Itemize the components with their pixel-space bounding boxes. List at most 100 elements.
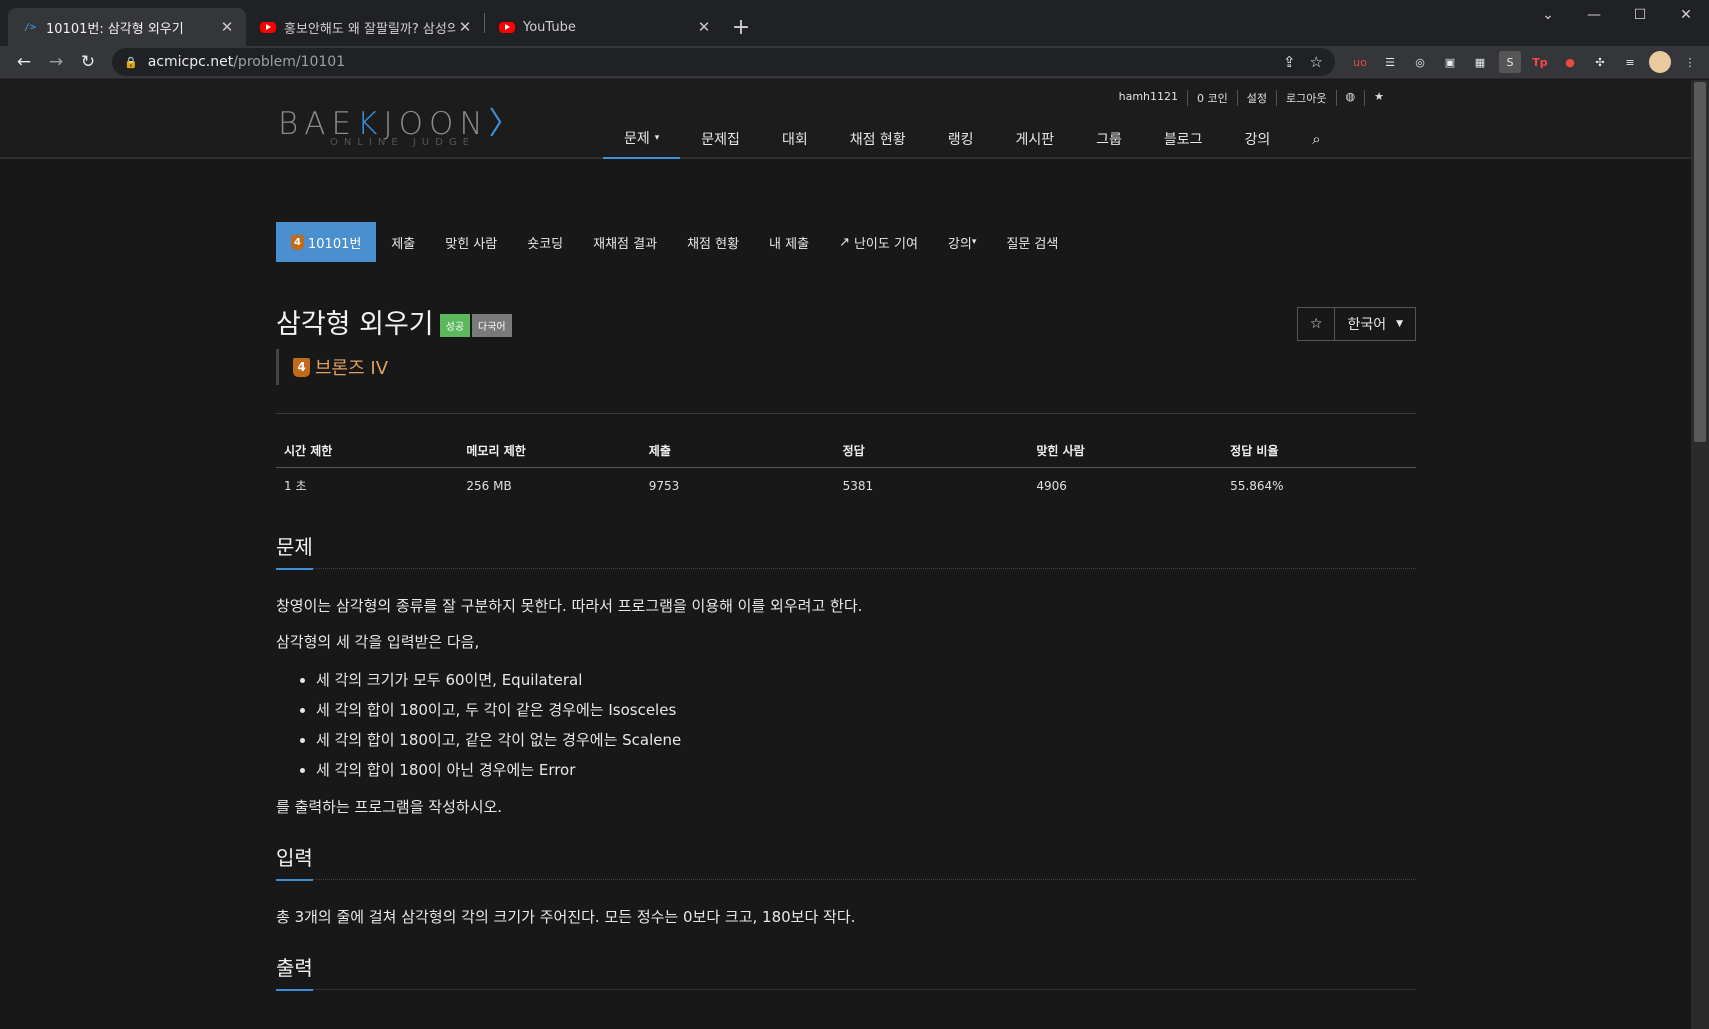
scrollbar-thumb[interactable] — [1694, 82, 1706, 442]
maximize-button[interactable]: ☐ — [1617, 0, 1663, 30]
nav-problem[interactable]: 문제 ▾ — [603, 118, 681, 159]
extension-icon[interactable]: ◎ — [1409, 51, 1431, 73]
tier-badge-icon: 4 — [293, 357, 310, 377]
tier-text: 브론즈 IV — [315, 358, 389, 379]
youtube-icon — [260, 21, 276, 33]
list-item: 세 각의 크기가 모두 60이면, Equilateral — [316, 665, 1416, 695]
lock-icon[interactable]: 🔒 — [124, 56, 138, 69]
globe-icon[interactable]: ◍ — [1335, 90, 1365, 106]
share-icon[interactable]: ⇪ — [1283, 53, 1296, 71]
browser-tab[interactable]: 홍보안해도 왜 잘팔릴까? 삼성의 ✕ — [246, 8, 484, 46]
bookmark-star-icon[interactable]: ☆ — [1310, 53, 1323, 71]
multilang-badge: 다국어 — [472, 314, 512, 337]
accepted-value: 5381 — [842, 478, 874, 493]
address-bar[interactable]: 🔒 acmicpc.net/problem/10101 ⇪ ☆ — [112, 48, 1335, 76]
browser-tab-strip: /> 10101번: 삼각형 외우기 ✕ 홍보안해도 왜 잘팔릴까? 삼성의 ✕… — [0, 0, 1709, 46]
nav-workbook[interactable]: 문제집 — [680, 118, 761, 159]
extension-icon[interactable]: ☰ — [1379, 51, 1401, 73]
tab-search-icon[interactable]: ⌄ — [1525, 0, 1571, 30]
menu-icon[interactable]: ⋮ — [1679, 51, 1701, 73]
problem-section: 문제 창영이는 삼각형의 종류를 잘 구분하지 못한다. 따라서 프로그램을 이… — [276, 531, 1416, 818]
status-badge: 성공 — [439, 314, 471, 337]
tab-question-search[interactable]: 질문 검색 — [991, 222, 1073, 262]
problem-description: 삼각형의 세 각을 입력받은 다음, — [276, 633, 480, 651]
reading-list-icon[interactable]: ≡ — [1619, 51, 1641, 73]
tab-problem-number[interactable]: 4 10101번 — [276, 222, 377, 262]
language-select[interactable]: 한국어 ▼ — [1335, 308, 1415, 340]
problem-container: 4 10101번 제출 맞힌 사람 숏코딩 재채점 결과 채점 현황 내 제출 ↗… — [276, 222, 1416, 991]
nav-board[interactable]: 게시판 — [994, 118, 1075, 159]
search-icon[interactable]: ⌕ — [1291, 118, 1341, 159]
tab-title: YouTube — [523, 19, 576, 35]
extensions-area: uo ☰ ◎ ▣ ▦ S Tp ● ✣ ≡ ⋮ — [1349, 51, 1701, 73]
reload-button[interactable]: ↻ — [72, 48, 104, 76]
close-icon[interactable]: ✕ — [695, 18, 713, 36]
table-header-row: 시간 제한 메모리 제한 제출 정답 맞힌 사람 정답 비율 — [276, 434, 1416, 468]
tab-my-submissions[interactable]: 내 제출 — [754, 222, 824, 262]
close-window-button[interactable]: ✕ — [1663, 0, 1709, 30]
list-item: 세 각의 합이 180이고, 두 각이 같은 경우에는 Isosceles — [316, 695, 1416, 725]
youtube-icon — [499, 21, 515, 33]
extension-icon[interactable]: ▣ — [1439, 51, 1461, 73]
extension-icon[interactable]: Tp — [1529, 51, 1551, 73]
tab-title: 10101번: 삼각형 외우기 — [46, 21, 184, 37]
new-tab-button[interactable]: + — [723, 8, 759, 46]
nav-ranking[interactable]: 랭킹 — [927, 118, 995, 159]
tab-difficulty[interactable]: ↗ 난이도 기여 — [824, 222, 933, 262]
caret-down-icon: ▼ — [1396, 319, 1403, 329]
time-limit-value: 1 초 — [284, 479, 307, 493]
avatar[interactable] — [1649, 51, 1671, 73]
nav-blog[interactable]: 블로그 — [1143, 118, 1224, 159]
tab-lecture[interactable]: 강의 ▾ — [933, 222, 991, 262]
coin-link[interactable]: 0 코인 — [1187, 90, 1237, 106]
favorite-star-button[interactable]: ☆ — [1298, 308, 1336, 340]
divider — [276, 413, 1416, 414]
nav-group[interactable]: 그룹 — [1075, 118, 1143, 159]
settings-link[interactable]: 설정 — [1236, 90, 1276, 106]
puzzle-icon[interactable]: ✣ — [1589, 51, 1611, 73]
extension-icon[interactable]: ▦ — [1469, 51, 1491, 73]
browser-toolbar: ← → ↻ 🔒 acmicpc.net/problem/10101 ⇪ ☆ uo… — [0, 46, 1709, 79]
star-icon[interactable]: ★ — [1364, 90, 1393, 106]
header-memory-limit: 메모리 제한 — [458, 434, 641, 468]
url-host: acmicpc.net — [147, 54, 234, 70]
tab-status[interactable]: 채점 현황 — [672, 222, 754, 262]
title-actions: ☆ 한국어 ▼ — [1296, 307, 1416, 341]
page-content: BAEKJOON〉 ONLINE JUDGE hamh1121 0 코인 설정 … — [0, 80, 1691, 1029]
close-icon[interactable]: ✕ — [218, 18, 236, 36]
tab-short-coding[interactable]: 숏코딩 — [512, 222, 578, 262]
memory-limit-value: 256 MB — [466, 478, 512, 493]
chevron-down-icon: ▾ — [654, 132, 660, 143]
header-accepted: 정답 — [834, 434, 1029, 468]
browser-tab-active[interactable]: /> 10101번: 삼각형 외우기 ✕ — [8, 8, 246, 46]
nav-contest[interactable]: 대회 — [761, 118, 829, 159]
header-solvers: 맞힌 사람 — [1028, 434, 1223, 468]
back-button[interactable]: ← — [8, 48, 40, 76]
site-logo[interactable]: BAEKJOON〉 ONLINE JUDGE — [278, 98, 526, 148]
ublock-extension-icon[interactable]: uo — [1349, 51, 1371, 73]
page-scrollbar[interactable] — [1691, 80, 1709, 1029]
tab-submit[interactable]: 제출 — [376, 222, 430, 262]
extension-icon[interactable]: ● — [1559, 51, 1581, 73]
nav-status[interactable]: 채점 현황 — [829, 118, 927, 159]
solvers-value: 4906 — [1036, 478, 1067, 493]
submissions-value: 9753 — [648, 478, 680, 493]
close-icon[interactable]: ✕ — [456, 18, 474, 36]
minimize-button[interactable]: — — [1571, 0, 1617, 30]
nav-lecture[interactable]: 강의 — [1224, 118, 1292, 159]
extension-icon[interactable]: S — [1499, 51, 1521, 73]
external-link-icon: ↗ — [839, 234, 850, 250]
input-section: 입력 총 3개의 줄에 걸쳐 삼각형의 각의 크기가 주어진다. 모든 정수는 … — [276, 842, 1416, 928]
header-ratio: 정답 비율 — [1222, 434, 1416, 468]
tab-solvers[interactable]: 맞힌 사람 — [430, 222, 512, 262]
table-row: 1 초 256 MB 9753 5381 4906 55.864% — [276, 468, 1416, 504]
logout-link[interactable]: 로그아웃 — [1276, 90, 1335, 106]
username-link[interactable]: hamh1121 — [1110, 90, 1187, 106]
tab-title: 홍보안해도 왜 잘팔릴까? 삼성의 — [284, 21, 456, 37]
browser-tab[interactable]: YouTube ✕ — [485, 8, 723, 46]
forward-button[interactable]: → — [40, 48, 72, 76]
tab-rejudge[interactable]: 재채점 결과 — [578, 222, 672, 262]
input-description: 총 3개의 줄에 걸쳐 삼각형의 각의 크기가 주어진다. 모든 정수는 0보다… — [276, 908, 856, 926]
omnibox-actions: ⇪ ☆ — [1283, 53, 1323, 71]
caret-down-icon: ▾ — [971, 237, 977, 247]
